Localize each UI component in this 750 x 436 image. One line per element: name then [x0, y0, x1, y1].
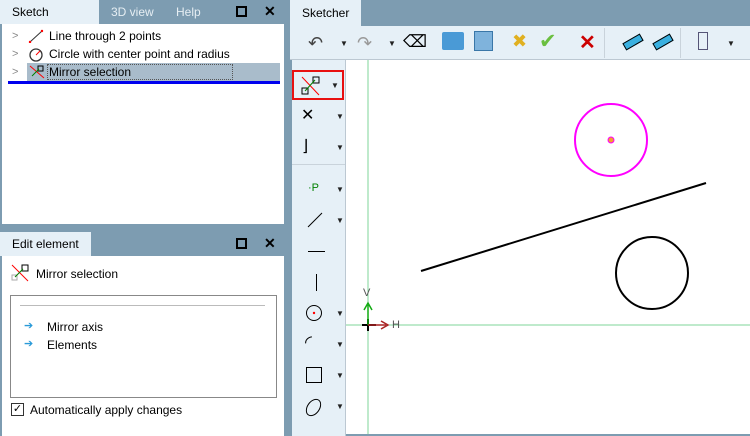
- list-item[interactable]: > Circle with center point and radius: [2, 45, 284, 63]
- param-mirror-axis[interactable]: Mirror axis: [47, 320, 103, 334]
- chevron-right-icon[interactable]: >: [12, 63, 18, 81]
- undo-dropdown[interactable]: ▼: [340, 39, 348, 48]
- tab-edit-element[interactable]: Edit element: [0, 232, 91, 256]
- tab-sketcher[interactable]: Sketcher: [290, 0, 361, 26]
- element-title: Mirror selection: [36, 267, 119, 281]
- tab-3d-view[interactable]: 3D view: [99, 0, 166, 24]
- redo-dropdown[interactable]: ▼: [388, 39, 396, 48]
- point-icon: ·P: [308, 182, 319, 194]
- eraser-construction-icon[interactable]: [652, 33, 674, 51]
- eraser-icon[interactable]: [622, 33, 644, 51]
- chevron-right-icon[interactable]: >: [12, 27, 18, 45]
- maximize-icon[interactable]: [236, 238, 247, 249]
- item-label: Circle with center point and radius: [49, 47, 230, 61]
- list-item[interactable]: > Line through 2 points: [2, 27, 284, 45]
- params-box: ➔ Mirror axis ➔ Elements: [10, 295, 277, 398]
- circle-tool-button[interactable]: ▼: [298, 299, 344, 329]
- close-icon[interactable]: ✕: [264, 235, 276, 252]
- param-elements[interactable]: Elements: [47, 338, 97, 352]
- line-icon: [28, 29, 44, 43]
- chevron-right-icon[interactable]: >: [12, 45, 18, 63]
- maximize-icon[interactable]: [236, 6, 247, 17]
- ellipse-tool-button[interactable]: ▼: [298, 392, 344, 422]
- arc-tool-button[interactable]: ◜ ▼: [298, 330, 344, 360]
- mirror-tool-button[interactable]: ▼: [292, 70, 344, 100]
- axis-h-label: H: [392, 319, 400, 331]
- item-label: Mirror selection: [49, 65, 132, 79]
- mirror-icon: [29, 65, 45, 79]
- line-tool-button[interactable]: ▼: [298, 206, 344, 236]
- layout-dropdown[interactable]: ▼: [727, 39, 735, 48]
- tools-toolbar: ▼ ✕ ▼ ⌋ ▼ ·P ▼ ▼ ▼ ◜ ▼ ▼ ▼: [292, 60, 346, 436]
- axis-v-label: V: [363, 287, 371, 299]
- auto-apply-checkbox[interactable]: ✓: [11, 403, 24, 416]
- line-icon: [307, 212, 323, 228]
- fillet-icon: ⌋: [302, 138, 309, 155]
- backspace-icon[interactable]: ⌫: [403, 32, 427, 52]
- vertical-line-button[interactable]: [298, 268, 338, 298]
- open-folder-icon[interactable]: [442, 32, 464, 50]
- history-tabbar: Sketch history 3D view Help ✕: [0, 0, 286, 43]
- layout-icon[interactable]: [698, 32, 708, 50]
- close-icon[interactable]: ✕: [264, 3, 276, 20]
- delete-icon[interactable]: ✕: [579, 30, 596, 55]
- edit-body: Mirror selection ➔ Mirror axis ➔ Element…: [2, 256, 284, 436]
- sketcher-window: Sketcher ↶ ▼ ↷ ▼ ⌫ ✖ ✔ ✕ ▼ ▼ ✕ ▼ ⌋ ▼ ·P ▼ ▼…: [290, 0, 750, 436]
- vertical-line-icon: [316, 274, 317, 291]
- tab-help[interactable]: Help: [164, 0, 213, 24]
- rectangle-tool-button[interactable]: ▼: [298, 361, 344, 391]
- sketch-history-panel: Sketch history 3D view Help ✕ > Line thr…: [0, 0, 286, 226]
- divider: [20, 305, 265, 306]
- rectangle-icon: [306, 367, 322, 383]
- horizontal-line-icon: [308, 251, 325, 252]
- mirror-icon: [301, 76, 320, 96]
- check-icon[interactable]: ✔: [539, 29, 557, 54]
- list-item-selected[interactable]: > Mirror selection: [2, 63, 284, 81]
- sketch-canvas[interactable]: [346, 60, 750, 434]
- fillet-tool-button[interactable]: ⌋ ▼: [298, 133, 344, 163]
- drop-indicator: [8, 81, 280, 84]
- redo-icon[interactable]: ↷: [357, 33, 372, 54]
- horizontal-line-button[interactable]: [298, 237, 338, 267]
- circle-icon: [306, 305, 322, 321]
- tab-sketch-history[interactable]: Sketch history: [0, 0, 99, 43]
- save-icon[interactable]: [474, 31, 493, 51]
- arrow-icon: ➔: [24, 338, 34, 350]
- undo-icon[interactable]: ↶: [308, 33, 323, 54]
- trim-tool-button[interactable]: ✕ ▼: [298, 102, 344, 132]
- edit-element-panel: Edit element ✕ Mirror selection ➔ Mirror…: [0, 232, 286, 436]
- mirror-icon: [11, 264, 29, 282]
- arc-icon: ◜: [305, 332, 312, 352]
- item-label: Line through 2 points: [49, 29, 162, 43]
- point-tool-button[interactable]: ·P ▼: [298, 175, 344, 205]
- arrow-icon: ➔: [24, 320, 34, 332]
- trim-icon: ✕: [301, 107, 315, 124]
- main-toolbar: ↶ ▼ ↷ ▼ ⌫ ✖ ✔ ✕ ▼: [290, 26, 750, 60]
- history-tree: > Line through 2 points > Circle with ce…: [2, 24, 284, 224]
- circle-radius-icon: [29, 48, 43, 62]
- cancel-yellow-icon[interactable]: ✖: [512, 31, 527, 52]
- auto-apply-label: Automatically apply changes: [30, 403, 183, 417]
- ellipse-icon: [302, 395, 325, 420]
